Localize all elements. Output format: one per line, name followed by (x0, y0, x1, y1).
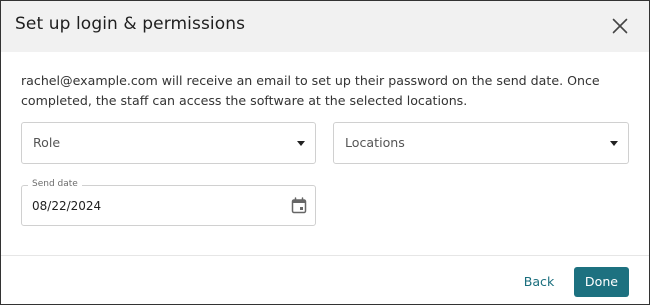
footer-divider (1, 255, 649, 256)
caret-down-icon (297, 141, 305, 146)
caret-down-icon (610, 141, 618, 146)
locations-select[interactable]: Locations (333, 122, 629, 164)
role-placeholder: Role (33, 135, 61, 150)
send-date-value[interactable]: 08/22/2024 (32, 199, 101, 213)
close-button[interactable] (605, 11, 635, 41)
back-button[interactable]: Back (511, 267, 567, 297)
close-icon (612, 18, 628, 34)
locations-placeholder: Locations (345, 135, 405, 150)
role-select[interactable]: Role (21, 122, 316, 164)
dialog-title: Set up login & permissions (15, 14, 246, 34)
send-date-field[interactable]: Send date 08/22/2024 (21, 179, 316, 226)
send-date-label: Send date (28, 179, 82, 189)
invite-message: rachel@example.com will receive an email… (21, 73, 600, 108)
dialog-header: Set up login & permissions (1, 1, 649, 52)
done-button[interactable]: Done (574, 267, 629, 297)
login-permissions-dialog: Set up login & permissions rachel@exampl… (0, 0, 650, 305)
calendar-icon[interactable] (291, 197, 307, 214)
